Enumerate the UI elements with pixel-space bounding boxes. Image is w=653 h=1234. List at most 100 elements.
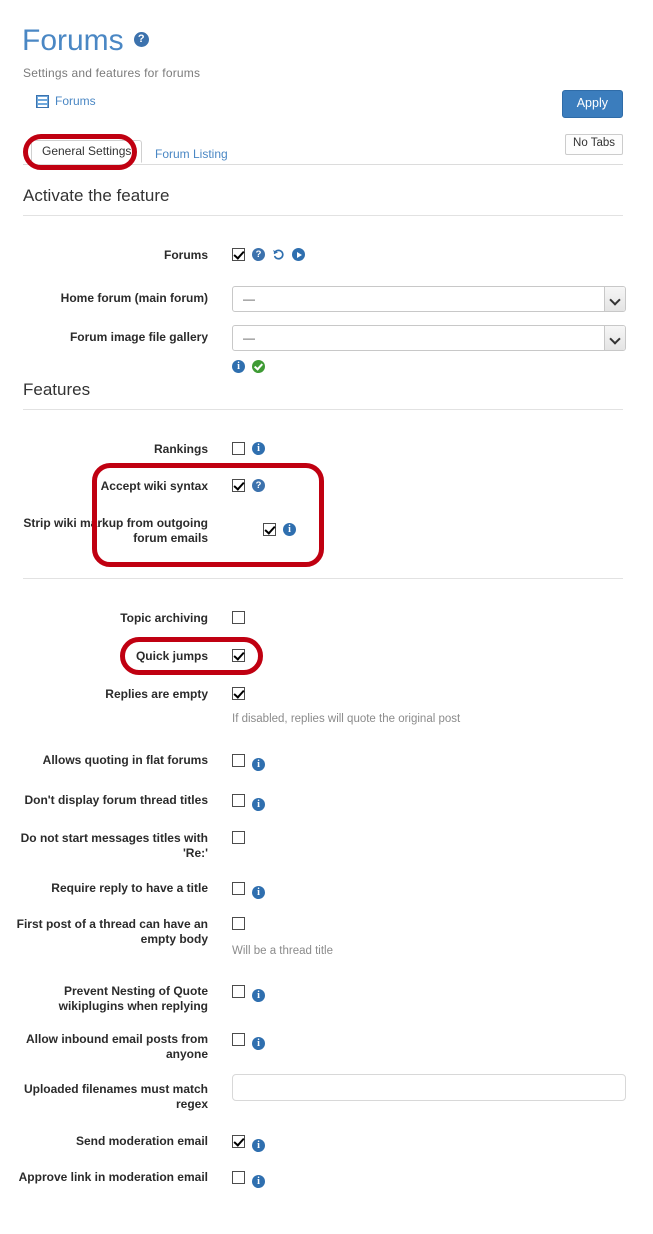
info-icon[interactable] <box>232 359 245 374</box>
select-forum-image-gallery-value: — <box>243 331 255 345</box>
info-icon[interactable] <box>252 1174 265 1189</box>
info-icon[interactable] <box>252 988 265 1003</box>
row-require-reply-title: Require reply to have a title <box>0 881 653 900</box>
label-replies-are-empty: Replies are empty <box>105 687 208 701</box>
checkbox-require-reply-title[interactable] <box>232 882 245 895</box>
label-dont-display-thread-titles: Don't display forum thread titles <box>24 793 208 807</box>
list-icon <box>36 94 49 108</box>
apply-button[interactable]: Apply <box>561 90 623 118</box>
row-dont-display-thread-titles: Don't display forum thread titles <box>0 793 653 812</box>
row-quick-jumps: Quick jumps <box>0 649 653 664</box>
control-rankings <box>232 441 265 457</box>
label-quick-jumps: Quick jumps <box>135 649 208 663</box>
row-allow-inbound-email: Allow inbound email posts from anyone <box>0 1032 653 1062</box>
info-icon[interactable] <box>252 797 265 812</box>
checkbox-rankings[interactable] <box>232 442 245 455</box>
checkbox-replies-are-empty[interactable] <box>232 687 245 700</box>
checkbox-prevent-nesting-quote[interactable] <box>232 985 245 998</box>
row-home-forum: Home forum (main forum) — <box>0 286 653 312</box>
row-topic-archiving: Topic archiving <box>0 611 653 626</box>
check-circle-icon <box>252 360 265 373</box>
label-forums: Forums <box>163 248 208 262</box>
breadcrumb: Forums <box>36 94 96 108</box>
checkbox-allow-inbound-email[interactable] <box>232 1033 245 1046</box>
checkbox-strip-wiki-markup[interactable] <box>263 523 276 536</box>
control-prevent-nesting-quote <box>232 984 265 1014</box>
info-icon[interactable] <box>283 522 296 537</box>
info-icon[interactable] <box>252 885 265 900</box>
checkbox-dont-display-thread-titles[interactable] <box>232 794 245 807</box>
label-require-reply-title: Require reply to have a title <box>51 881 208 895</box>
page-title-text: Forums <box>22 24 124 57</box>
label-forum-image-gallery: Forum image file gallery <box>69 330 208 344</box>
control-filename-regex <box>232 1074 626 1112</box>
control-send-moderation-email <box>232 1134 265 1153</box>
row-send-moderation-email: Send moderation email <box>0 1134 653 1153</box>
label-home-forum: Home forum (main forum) <box>60 291 208 305</box>
control-forums <box>232 247 305 263</box>
checkbox-send-moderation-email[interactable] <box>232 1135 245 1148</box>
question-icon[interactable] <box>252 478 265 493</box>
checkbox-topic-archiving[interactable] <box>232 611 245 624</box>
play-icon[interactable] <box>292 248 305 261</box>
checkbox-quick-jumps[interactable] <box>232 649 245 662</box>
breadcrumb-link-forums[interactable]: Forums <box>55 94 96 108</box>
control-topic-archiving <box>232 611 245 626</box>
forums-admin-page: Forums Settings and features for forums … <box>0 0 653 1234</box>
row-forum-image-gallery: Forum image file gallery — <box>0 325 653 374</box>
page-subtitle: Settings and features for forums <box>23 66 201 80</box>
checkbox-allows-quoting-flat[interactable] <box>232 754 245 767</box>
control-allow-inbound-email <box>232 1032 265 1062</box>
info-icon[interactable] <box>252 1138 265 1153</box>
control-require-reply-title <box>232 881 265 900</box>
control-strip-wiki-markup <box>232 516 296 546</box>
row-approve-link-moderation: Approve link in moderation email <box>0 1170 653 1189</box>
info-icon[interactable] <box>252 1036 265 1051</box>
label-approve-link-moderation: Approve link in moderation email <box>18 1170 208 1184</box>
row-forums: Forums <box>0 247 653 263</box>
row-rankings: Rankings <box>0 441 653 457</box>
row-no-re-prefix: Do not start messages titles with 'Re:' <box>0 831 653 861</box>
control-replies-are-empty: If disabled, replies will quote the orig… <box>232 687 460 725</box>
gallery-status-icons <box>232 359 272 374</box>
select-home-forum[interactable]: — <box>232 286 626 312</box>
checkbox-accept-wiki-syntax[interactable] <box>232 479 245 492</box>
checkbox-first-post-empty-body[interactable] <box>232 917 245 930</box>
control-dont-display-thread-titles <box>232 793 265 812</box>
label-filename-regex: Uploaded filenames must match regex <box>23 1082 208 1111</box>
label-no-re-prefix: Do not start messages titles with 'Re:' <box>20 831 208 860</box>
row-prevent-nesting-quote: Prevent Nesting of Quote wikiplugins whe… <box>0 984 653 1014</box>
chevron-down-icon[interactable] <box>604 326 625 350</box>
control-quick-jumps <box>232 649 245 664</box>
question-icon[interactable] <box>252 247 265 262</box>
row-accept-wiki-syntax: Accept wiki syntax <box>0 478 653 494</box>
control-forum-image-gallery: — <box>232 325 626 374</box>
label-topic-archiving: Topic archiving <box>120 611 208 625</box>
tab-bar: General Settings Forum Listing <box>23 140 623 165</box>
row-replies-are-empty: Replies are empty If disabled, replies w… <box>0 687 653 725</box>
info-icon[interactable] <box>252 757 265 772</box>
section-heading-features: Features <box>23 380 623 410</box>
select-forum-image-gallery[interactable]: — <box>232 325 626 351</box>
label-accept-wiki-syntax: Accept wiki syntax <box>100 479 208 493</box>
select-home-forum-value: — <box>243 292 255 306</box>
checkbox-forums[interactable] <box>232 248 245 261</box>
tab-forum-listing[interactable]: Forum Listing <box>145 144 238 165</box>
tab-general-settings[interactable]: General Settings <box>31 140 143 163</box>
hint-first-post-empty-body: Will be a thread title <box>232 945 333 957</box>
control-approve-link-moderation <box>232 1170 265 1189</box>
control-accept-wiki-syntax <box>232 478 265 494</box>
filename-regex-input[interactable] <box>232 1074 626 1101</box>
chevron-down-icon[interactable] <box>604 287 625 311</box>
checkbox-no-re-prefix[interactable] <box>232 831 245 844</box>
control-home-forum: — <box>232 286 626 312</box>
hint-replies-are-empty: If disabled, replies will quote the orig… <box>232 713 461 725</box>
info-icon[interactable] <box>252 441 265 456</box>
label-allow-inbound-email: Allow inbound email posts from anyone <box>25 1032 208 1061</box>
help-circle-icon[interactable] <box>133 31 149 47</box>
undo-icon[interactable] <box>272 248 285 261</box>
divider-1 <box>23 578 623 579</box>
checkbox-approve-link-moderation[interactable] <box>232 1171 245 1184</box>
row-filename-regex: Uploaded filenames must match regex <box>0 1074 653 1112</box>
page-title: Forums <box>22 23 149 59</box>
